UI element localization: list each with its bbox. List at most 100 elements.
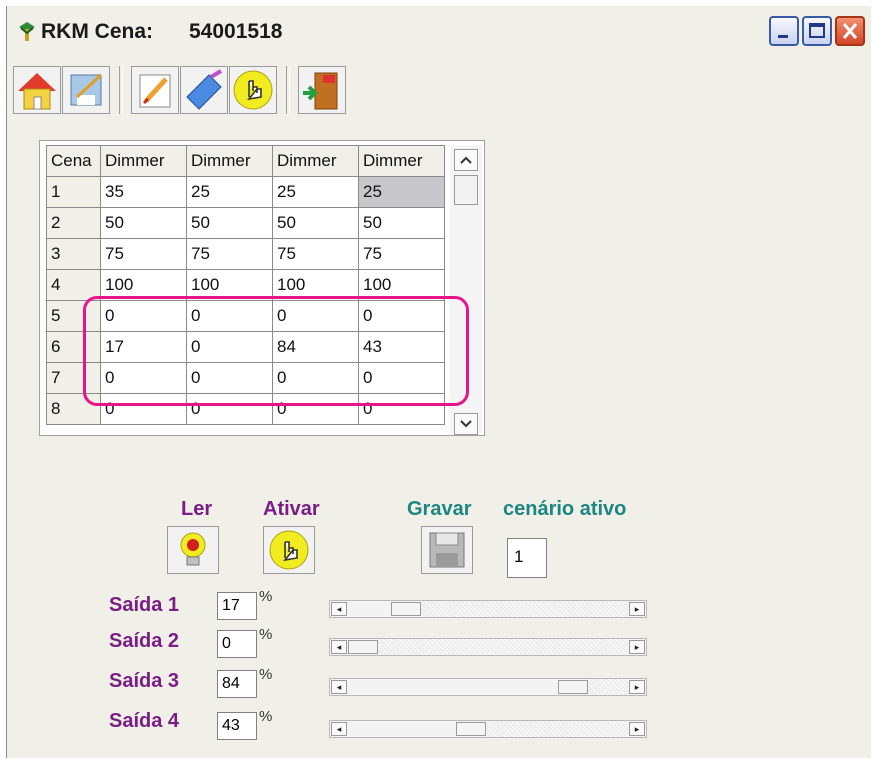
grid-cell[interactable]: 50 [358, 207, 445, 239]
row-header: 7 [46, 362, 101, 394]
table-row: 6 17 0 84 43 [46, 331, 445, 363]
home-button[interactable] [13, 66, 61, 114]
grid-cell[interactable]: 0 [186, 393, 273, 425]
grid-cell[interactable]: 84 [272, 331, 359, 363]
table-row: 8 0 0 0 0 [46, 393, 445, 425]
saida-2-slider[interactable]: ◂ ▸ [329, 638, 647, 656]
grid-cell[interactable]: 0 [100, 393, 187, 425]
saida-4-input[interactable]: 43 [217, 712, 257, 740]
grid-cell[interactable]: 75 [272, 238, 359, 270]
slider-track [485, 721, 628, 737]
grid-cell[interactable]: 50 [272, 207, 359, 239]
saida-1-unit: % [259, 588, 273, 605]
grid-cell[interactable]: 0 [186, 300, 273, 332]
slider-thumb[interactable] [558, 680, 588, 694]
hand-point-icon [269, 530, 309, 570]
grid-cell[interactable]: 43 [358, 331, 445, 363]
saida-1-input[interactable]: 17 [217, 592, 257, 620]
ativar-button[interactable] [263, 526, 315, 574]
scene-grid[interactable]: Cena Dimmer Dimmer Dimmer Dimmer 1 35 25… [39, 140, 485, 436]
chevron-down-icon [460, 420, 472, 428]
saida-2-input[interactable]: 0 [217, 630, 257, 658]
grid-cell[interactable]: 75 [186, 238, 273, 270]
grid-cell[interactable]: 0 [100, 362, 187, 394]
slider-right-button[interactable]: ▸ [629, 722, 645, 736]
toolbar-separator [286, 66, 290, 114]
exit-button[interactable] [298, 66, 346, 114]
saida-3-input[interactable]: 84 [217, 670, 257, 698]
row-header: 3 [46, 238, 101, 270]
slider-thumb[interactable] [455, 722, 486, 736]
slider-left-button[interactable]: ◂ [331, 722, 347, 736]
saida-3-label: Saída 3 [109, 670, 180, 692]
grid-cell[interactable]: 0 [358, 300, 445, 332]
title-bar[interactable]: RKM Cena: 54001518 [7, 6, 871, 56]
grid-cell[interactable]: 0 [272, 362, 359, 394]
grid-cell[interactable]: 0 [358, 393, 445, 425]
grid-cell[interactable]: 0 [100, 300, 187, 332]
column-header: Cena [46, 145, 101, 177]
minimize-icon [778, 35, 788, 38]
grid-vertical-scrollbar[interactable] [450, 145, 482, 435]
ruler-tool-icon [186, 69, 223, 110]
grid-cell[interactable]: 100 [358, 269, 445, 301]
grid-header-row: Cena Dimmer Dimmer Dimmer Dimmer [46, 145, 445, 177]
grid-cell[interactable]: 25 [186, 176, 273, 208]
window-id-value: 54001518 [189, 20, 283, 43]
minimize-button[interactable] [769, 16, 799, 46]
saida-1-slider[interactable]: ◂ ▸ [329, 600, 647, 618]
cenario-ativo-input[interactable]: 1 [507, 538, 547, 578]
grid-cell[interactable]: 0 [186, 362, 273, 394]
slider-thumb[interactable] [390, 602, 421, 616]
grid-cell[interactable]: 0 [186, 331, 273, 363]
grid-cell[interactable]: 75 [358, 238, 445, 270]
grid-cell[interactable]: 0 [272, 300, 359, 332]
activate-button[interactable] [229, 66, 277, 114]
row-header: 8 [46, 393, 101, 425]
saida-3-slider[interactable]: ◂ ▸ [329, 678, 647, 696]
home-icon [18, 73, 56, 110]
grid-cell[interactable]: 100 [272, 269, 359, 301]
grid-cell[interactable]: 25 [272, 176, 359, 208]
save-note-icon [70, 73, 103, 106]
gravar-button[interactable] [421, 526, 473, 574]
column-header: Dimmer [100, 145, 187, 177]
close-button[interactable] [835, 16, 865, 46]
slider-right-button[interactable]: ▸ [629, 602, 645, 616]
window-title: RKM Cena: [41, 20, 154, 43]
grid-cell[interactable]: 0 [358, 362, 445, 394]
save-note-button[interactable] [62, 66, 110, 114]
table-row: 3 75 75 75 75 [46, 238, 445, 270]
slider-thumb[interactable] [348, 640, 378, 654]
grid-cell[interactable]: 100 [100, 269, 187, 301]
grid-cell[interactable]: 0 [272, 393, 359, 425]
grid-cell[interactable]: 75 [100, 238, 187, 270]
scroll-thumb[interactable] [454, 175, 478, 205]
grid-cell[interactable]: 50 [100, 207, 187, 239]
scroll-up-button[interactable] [454, 149, 478, 171]
slider-left-button[interactable]: ◂ [331, 640, 347, 654]
grid-cell[interactable]: 100 [186, 269, 273, 301]
slider-left-button[interactable]: ◂ [331, 680, 347, 694]
grid-cell[interactable]: 50 [186, 207, 273, 239]
grid-cell[interactable]: 17 [100, 331, 187, 363]
slider-right-button[interactable]: ▸ [629, 680, 645, 694]
slider-left-button[interactable]: ◂ [331, 602, 347, 616]
ler-button[interactable] [167, 526, 219, 574]
maximize-button[interactable] [802, 16, 832, 46]
tool-button[interactable] [180, 66, 228, 114]
scroll-down-button[interactable] [454, 413, 478, 435]
ler-label: Ler [181, 498, 213, 520]
floppy-disk-icon [429, 532, 465, 568]
edit-button[interactable] [131, 66, 179, 114]
grid-cell[interactable]: 35 [100, 176, 187, 208]
row-header: 1 [46, 176, 101, 208]
cenario-ativo-label: cenário ativo [503, 498, 627, 520]
toolbar-separator [119, 66, 123, 114]
grid-cell-selected[interactable]: 25 [358, 176, 445, 208]
row-header: 2 [46, 207, 101, 239]
saida-4-unit: % [259, 708, 273, 725]
chevron-up-icon [460, 156, 472, 164]
saida-4-slider[interactable]: ◂ ▸ [329, 720, 647, 738]
slider-right-button[interactable]: ▸ [629, 640, 645, 654]
